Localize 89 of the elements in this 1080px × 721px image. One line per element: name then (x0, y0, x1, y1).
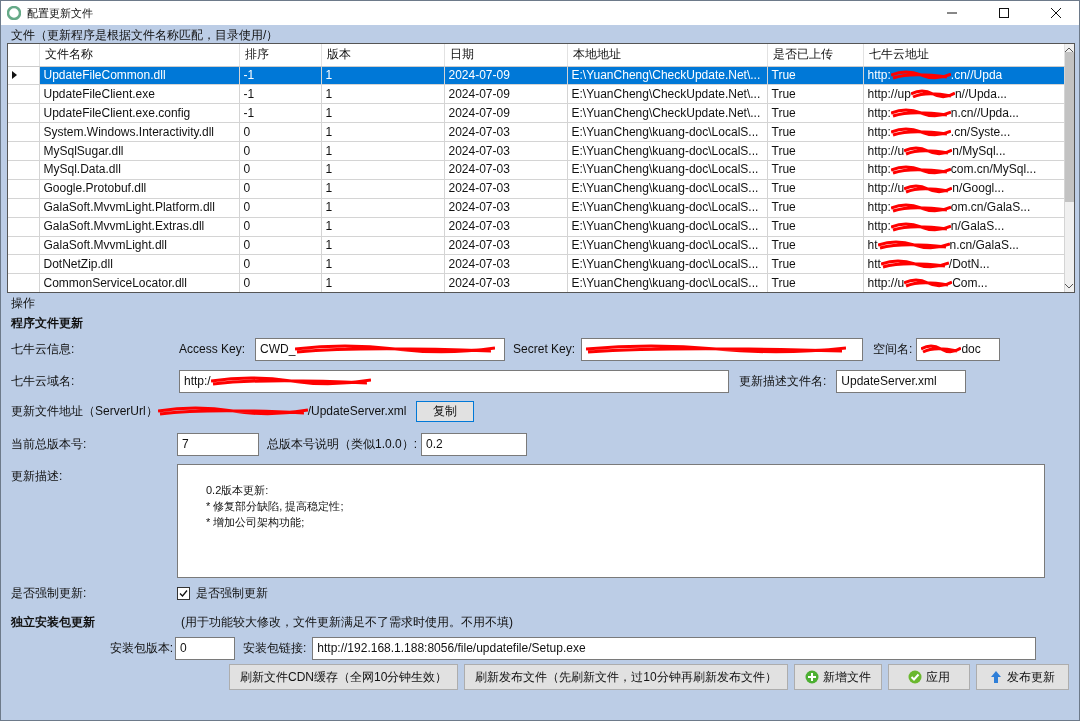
group-caption: 操作 (11, 295, 36, 312)
url-start: http: (867, 161, 891, 179)
url-start: http://u (867, 274, 905, 292)
add-button[interactable]: 新增文件 (793, 664, 882, 690)
redaction-scribble (890, 126, 951, 139)
url-end: n.cn//Upda... (950, 104, 1019, 122)
secret-key-field[interactable] (581, 337, 864, 361)
field-label: 总版本号说明（类似1.0.0）: (267, 435, 418, 453)
url-end: com.cn/MySql... (950, 161, 1037, 179)
url-start: http: (867, 123, 891, 141)
field-label: 更新文件地址（ServerUrl） (11, 402, 158, 420)
redaction-scribble (890, 220, 951, 233)
field-label: 安装包链接: (243, 639, 307, 657)
url-end: Com... (952, 274, 988, 292)
redaction-scribble (890, 201, 951, 214)
redaction-scribble (890, 107, 951, 120)
url-end: n/GalaS... (950, 218, 1005, 235)
url-end: om.cn/GalaS... (950, 199, 1031, 217)
redaction-scribble (904, 277, 953, 290)
close-icon (1051, 8, 1061, 18)
url-end: n/MySql... (952, 142, 1006, 160)
access-key-field[interactable]: CWD_ (255, 337, 506, 361)
field-label: 当前总版本号: (11, 435, 88, 453)
url-start: http: (867, 67, 891, 84)
section-title: 程序文件更新 (11, 315, 84, 332)
redaction-scribble (921, 343, 962, 355)
hint-text: (用于功能较大修改，文件更新满足不了需求时使用。不用不填) (181, 613, 513, 631)
window-title: 配置更新文件 (27, 5, 94, 21)
column-header[interactable]: 日期 (444, 44, 567, 66)
version-field[interactable]: 7 (177, 432, 259, 456)
apply-button[interactable]: 应用 (887, 664, 970, 690)
url-start: ht (867, 237, 878, 254)
url-start: http: (867, 199, 891, 217)
url-start: http://u (867, 180, 905, 198)
column-header[interactable]: 是否已上传 (767, 44, 863, 66)
version-note-field[interactable]: 0.2 (421, 432, 528, 456)
url-end: n/Googl... (952, 180, 1005, 198)
checkbox-label: 是否强制更新 (196, 584, 268, 602)
redaction-scribble (880, 258, 949, 271)
description-file-field[interactable]: UpdateServer.xml (836, 369, 967, 393)
column-header[interactable]: 排序 (239, 44, 321, 66)
url-start: http: (867, 218, 891, 235)
copy-button[interactable]: 复制 (416, 400, 475, 422)
installer-version-field[interactable]: 0 (175, 636, 235, 660)
plus-icon (804, 670, 819, 684)
section-title: 独立安装包更新 (11, 613, 96, 631)
field-label: 是否强制更新: (11, 584, 88, 602)
redaction-scribble (904, 145, 953, 157)
column-header[interactable]: 本地地址 (567, 44, 767, 66)
installer-link-field[interactable]: http://192.168.1.188:8056/file/updatefile/Setup.exe (312, 636, 1037, 660)
maximize-icon (999, 8, 1009, 18)
url-start: http://up (867, 85, 911, 103)
field-label: 七牛云域名: (11, 372, 76, 390)
url-end: .cn/Syste... (950, 123, 1011, 141)
scrollbar[interactable] (1064, 44, 1074, 292)
field-label: 七牛云信息: (11, 340, 76, 358)
domain-field[interactable]: http:/ (179, 369, 729, 393)
redaction-scribble (890, 69, 951, 82)
url-end: .cn//Upda (950, 67, 1003, 84)
url-start: htt (867, 255, 881, 273)
app-icon (7, 6, 21, 20)
scroll-down-icon[interactable] (1065, 284, 1074, 289)
server-url-text: /UpdateServer.xml (307, 404, 407, 418)
field-label: 安装包版本: (108, 639, 174, 657)
action-button[interactable]: 刷新发布文件（先刷新文件，过10分钟再刷新发布文件） (464, 664, 788, 690)
url-end: n.cn/GalaS... (949, 237, 1019, 254)
field-label: 更新描述文件名: (739, 372, 827, 390)
url-start: http://u (867, 142, 905, 160)
redaction-scribble (904, 182, 953, 195)
action-button[interactable]: 刷新文件CDN缓存（全网10分钟生效） (229, 664, 459, 690)
url-end: /DotN... (948, 255, 990, 273)
publish-button[interactable]: 发布更新 (975, 664, 1069, 690)
redaction-scribble (910, 88, 955, 101)
field-label: Secret Key: (513, 342, 576, 356)
field-label: Access Key: (179, 342, 246, 356)
field-label: 更新描述: (11, 468, 64, 485)
upload-icon (989, 670, 1004, 684)
group-caption: 文件（更新程序是根据文件名称匹配，目录使用/） (10, 27, 280, 43)
column-header[interactable]: 文件名称 (39, 44, 239, 66)
checkbox[interactable] (177, 586, 190, 600)
redaction-scribble (890, 163, 951, 176)
url-start: http: (867, 104, 891, 122)
bucket-field[interactable]: doc (916, 337, 1001, 361)
url-end: n//Upda... (954, 85, 1007, 103)
check-icon (907, 670, 922, 684)
column-header[interactable]: 七牛云地址 (863, 44, 1064, 66)
column-header[interactable]: 版本 (321, 44, 444, 66)
field-label: 空间名: (873, 340, 913, 358)
description-field[interactable]: 0.2版本更新: * 修复部分缺陷, 提高稳定性; * 增加公司架构功能; (177, 464, 1045, 578)
